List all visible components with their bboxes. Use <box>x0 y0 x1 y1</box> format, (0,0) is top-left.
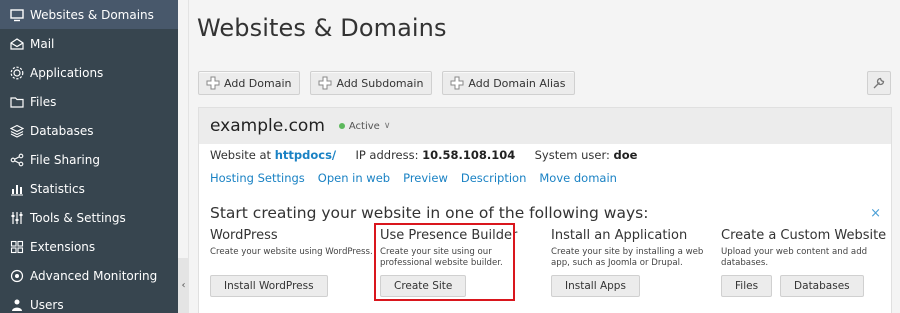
tools-icon <box>10 211 24 225</box>
mail-icon <box>10 37 24 51</box>
highlight-box <box>374 223 515 301</box>
open-in-web-link[interactable]: Open in web <box>318 171 390 185</box>
sidebar-item-file-sharing[interactable]: File Sharing <box>0 145 178 174</box>
database-icon <box>10 124 24 138</box>
files-button[interactable]: Files <box>721 275 773 297</box>
install-wordpress-button[interactable]: Install WordPress <box>210 275 328 297</box>
sidebar: Websites & Domains Mail Applications Fil… <box>0 0 178 313</box>
add-subdomain-button[interactable]: Add Subdomain <box>310 71 433 95</box>
sidebar-item-label: Files <box>30 94 57 109</box>
statistics-icon <box>10 182 24 196</box>
add-domain-button[interactable]: Add Domain <box>198 71 301 95</box>
plus-icon <box>450 76 464 90</box>
website-path-link[interactable]: httpdocs/ <box>275 148 336 162</box>
description-link[interactable]: Description <box>461 171 527 185</box>
sidebar-item-label: Applications <box>30 65 104 80</box>
ip-value: 10.58.108.104 <box>422 148 516 162</box>
wrench-icon <box>873 77 885 89</box>
main-content: Websites & Domains Add Domain Add Subdom… <box>189 0 900 313</box>
start-creating-title: Start creating your website in one of th… <box>210 204 649 222</box>
add-domain-alias-button[interactable]: Add Domain Alias <box>442 71 575 95</box>
hosting-settings-link[interactable]: Hosting Settings <box>210 171 305 185</box>
option-title: Create a Custom Website <box>721 228 887 243</box>
sidebar-item-advanced-monitoring[interactable]: Advanced Monitoring <box>0 261 178 290</box>
chevron-left-icon: ‹ <box>181 280 186 291</box>
close-icon[interactable]: × <box>870 206 881 221</box>
sidebar-collapse-button[interactable]: ‹ <box>178 258 189 313</box>
sidebar-item-tools-settings[interactable]: Tools & Settings <box>0 203 178 232</box>
folder-icon <box>10 95 24 109</box>
sidebar-item-applications[interactable]: Applications <box>0 58 178 87</box>
install-apps-button[interactable]: Install Apps <box>551 275 640 297</box>
sidebar-item-mail[interactable]: Mail <box>0 29 178 58</box>
status-dropdown[interactable]: Active ∨ <box>338 120 391 132</box>
option-description: Create your site by installing a web app… <box>551 247 704 268</box>
sidebar-item-label: File Sharing <box>30 152 100 167</box>
extensions-icon <box>10 240 24 254</box>
databases-button[interactable]: Databases <box>780 275 864 297</box>
status-dot-icon <box>338 123 345 129</box>
sidebar-item-label: Mail <box>30 36 55 51</box>
sidebar-item-label: Advanced Monitoring <box>30 268 158 283</box>
plus-icon <box>206 76 220 90</box>
custom-website-option: Create a Custom Website Upload your web … <box>721 228 889 297</box>
toolbar: Add Domain Add Subdomain Add Domain Alia… <box>198 71 575 95</box>
settings-button[interactable] <box>867 71 891 95</box>
sidebar-item-label: Websites & Domains <box>30 7 154 22</box>
wordpress-option: WordPress Create your website using Word… <box>210 228 375 297</box>
sidebar-item-databases[interactable]: Databases <box>0 116 178 145</box>
option-title: WordPress <box>210 228 278 243</box>
sidebar-item-statistics[interactable]: Statistics <box>0 174 178 203</box>
move-domain-link[interactable]: Move domain <box>539 171 617 185</box>
users-icon <box>10 298 24 312</box>
system-user-value: doe <box>613 148 638 162</box>
domain-links: Hosting Settings Open in web Preview Des… <box>210 171 617 185</box>
status-label: Active <box>348 120 380 132</box>
applications-icon <box>10 66 24 80</box>
system-user-label: System user: <box>534 148 610 162</box>
website-at-label: Website at <box>210 148 272 162</box>
sidebar-item-label: Users <box>30 297 64 312</box>
ip-label: IP address: <box>355 148 419 162</box>
presence-builder-option: Use Presence Builder Create your site us… <box>374 223 545 301</box>
website-options: WordPress Create your website using Word… <box>210 223 890 308</box>
monitoring-icon <box>10 269 24 283</box>
domain-panel: example.com Active ∨ Website at httpdocs… <box>198 107 892 313</box>
monitor-icon <box>10 8 24 22</box>
add-subdomain-label: Add Subdomain <box>336 76 424 90</box>
option-description: Create your website using WordPress. <box>210 247 373 257</box>
domain-name[interactable]: example.com <box>210 116 325 136</box>
option-description: Upload your web content and add database… <box>721 247 868 268</box>
sidebar-item-label: Statistics <box>30 181 85 196</box>
preview-link[interactable]: Preview <box>403 171 448 185</box>
sidebar-item-files[interactable]: Files <box>0 87 178 116</box>
sidebar-item-label: Extensions <box>30 239 96 254</box>
option-title: Install an Application <box>551 228 688 243</box>
sidebar-item-websites-domains[interactable]: Websites & Domains <box>0 0 178 29</box>
chevron-down-icon: ∨ <box>383 121 391 131</box>
sidebar-item-users[interactable]: Users <box>0 290 178 313</box>
page-title: Websites & Domains <box>197 14 447 42</box>
add-domain-alias-label: Add Domain Alias <box>468 76 566 90</box>
domain-panel-header: example.com Active ∨ <box>199 108 891 144</box>
add-domain-label: Add Domain <box>224 76 292 90</box>
domain-info-line: Website at httpdocs/ IP address: 10.58.1… <box>210 148 637 162</box>
sidebar-item-label: Tools & Settings <box>30 210 126 225</box>
plus-icon <box>318 76 332 90</box>
sidebar-item-label: Databases <box>30 123 94 138</box>
sidebar-item-extensions[interactable]: Extensions <box>0 232 178 261</box>
install-application-option: Install an Application Create your site … <box>551 228 716 297</box>
share-icon <box>10 153 24 167</box>
